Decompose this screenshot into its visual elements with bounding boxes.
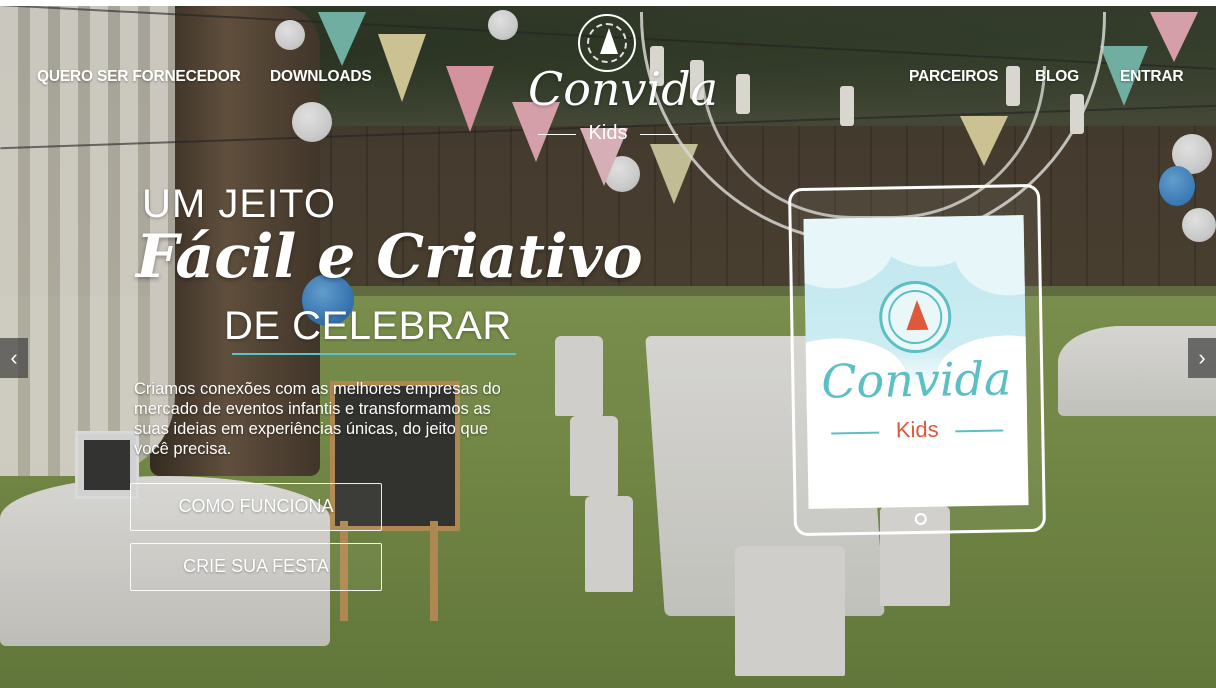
- headline-line-1: UM JEITO: [142, 182, 336, 226]
- logo-name: Convida: [528, 62, 719, 116]
- hero-description: Criamos conexões com as melhores empresa…: [134, 380, 501, 458]
- app-name: Convida: [820, 351, 1012, 409]
- como-funciona-button[interactable]: COMO FUNCIONA: [130, 483, 382, 531]
- headline-line-3: DE CELEBRAR: [224, 304, 512, 348]
- slider-prev-button[interactable]: ‹: [0, 338, 28, 378]
- site-logo[interactable]: Convida Kids: [528, 14, 719, 149]
- nav-quero-ser-fornecedor[interactable]: QUERO SER FORNECEDOR: [37, 68, 241, 86]
- party-hat-icon: [905, 299, 929, 331]
- tablet-screen: Convida Kids: [803, 215, 1029, 509]
- party-hat-icon: [600, 28, 618, 54]
- tablet-mockup: Convida Kids: [787, 183, 1047, 537]
- nav-parceiros[interactable]: PARCEIROS: [909, 68, 998, 86]
- headline-line-2: Fácil e Criativo: [136, 222, 643, 292]
- headline-underline: [232, 353, 516, 355]
- chevron-right-icon: ›: [1198, 345, 1206, 370]
- nav-entrar[interactable]: ENTRAR: [1120, 68, 1184, 86]
- app-badge: [878, 280, 952, 354]
- cloud: [953, 215, 1029, 297]
- crie-sua-festa-button[interactable]: CRIE SUA FESTA: [130, 543, 382, 591]
- nav-blog[interactable]: BLOG: [1035, 68, 1079, 86]
- slider-next-button[interactable]: ›: [1188, 338, 1216, 378]
- tablet-home-button: [914, 512, 927, 526]
- chevron-left-icon: ‹: [10, 345, 18, 370]
- nav-downloads[interactable]: DOWNLOADS: [270, 68, 372, 86]
- logo-divider: [640, 134, 678, 135]
